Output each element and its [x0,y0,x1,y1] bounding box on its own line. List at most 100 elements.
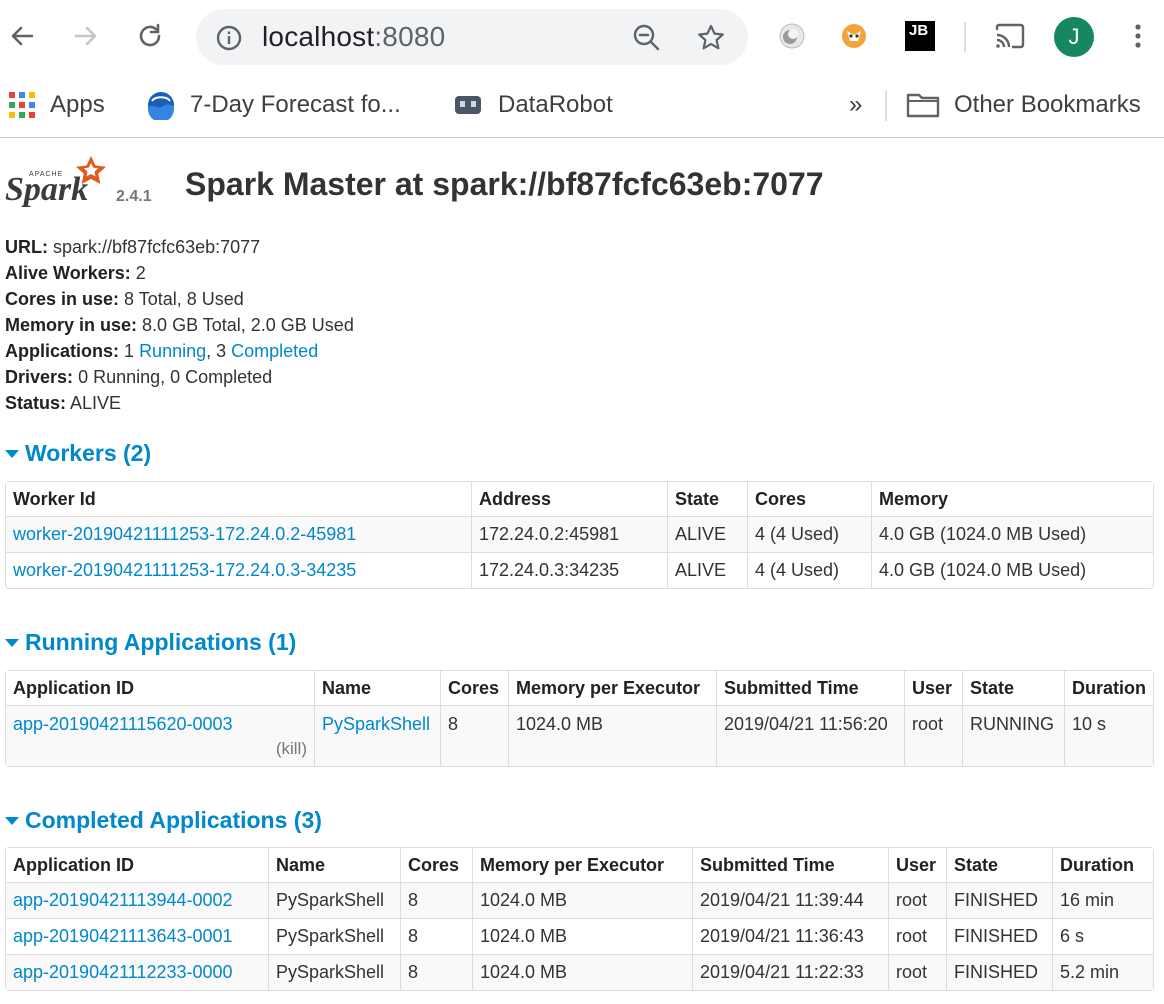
table-row: app-20190421115620-0003 (kill) PySparkShe… [6,705,1153,766]
other-bookmarks-label: Other Bookmarks [954,91,1141,118]
cluster-summary: URL: spark://bf87fcfc63eb:7077 Alive Wor… [5,234,1159,416]
column-header[interactable]: State [946,848,1052,882]
profile-avatar[interactable]: J [1054,17,1094,57]
column-header[interactable]: Name [314,671,440,705]
table-cell: RUNNING [962,705,1064,766]
table-cell: 6 s [1052,918,1153,954]
table-cell: 8 [400,882,472,918]
running-apps-section-toggle[interactable]: Running Applications (1) [5,625,1159,659]
back-arrow-icon [11,26,34,46]
column-header[interactable]: Memory per Executor [472,848,692,882]
column-header[interactable]: User [888,848,946,882]
bookmark-label: Apps [50,91,105,118]
spark-version: 2.4.1 [116,188,152,205]
table-row: app-20190421112233-0000 PySparkShell 8 1… [6,954,1153,990]
column-header[interactable]: Cores [440,671,508,705]
column-header[interactable]: Submitted Time [716,671,904,705]
table-cell: 2019/04/21 11:22:33 [692,954,888,990]
bookmark-apps[interactable]: Apps [8,87,105,123]
table-cell: FINISHED [946,954,1052,990]
column-header[interactable]: Duration [1064,671,1153,705]
back-button[interactable] [4,18,40,54]
completed-apps-section-toggle[interactable]: Completed Applications (3) [5,803,1159,837]
info-icon[interactable] [214,23,244,53]
table-header-row: Worker Id Address State Cores Memory [6,482,1153,516]
app-id-link[interactable]: app-20190421113944-0002 [13,890,233,910]
column-header[interactable]: Application ID [6,848,268,882]
completed-apps-link[interactable]: Completed [231,341,318,361]
column-header[interactable]: Name [268,848,400,882]
bookmark-star-icon[interactable] [696,23,726,53]
bookmarks-bar: Apps 7-Day Forecast fo... DataRobot » Ot… [0,73,1164,138]
table-cell: 4.0 GB (1024.0 MB Used) [871,552,1153,588]
table-cell: PySparkShell [268,918,400,954]
table-cell: 4 (4 Used) [747,516,871,552]
other-bookmarks[interactable]: Other Bookmarks [906,87,1141,123]
spark-master-page: APACHE Spark 2.4.1 Spark Master at spark… [0,138,1164,991]
cast-button[interactable] [992,18,1028,54]
column-header[interactable]: Application ID [6,671,314,705]
summary-memory: Memory in use: 8.0 GB Total, 2.0 GB Used [5,315,354,335]
table-cell: 2019/04/21 11:39:44 [692,882,888,918]
zoom-out-icon[interactable] [632,23,662,53]
column-header[interactable]: Address [471,482,667,516]
table-cell: root [888,954,946,990]
table-cell: ALIVE [667,552,747,588]
address-bar[interactable]: localhost:8080 [196,9,748,65]
summary-status: Status: ALIVE [5,393,122,413]
column-header[interactable]: User [904,671,962,705]
table-cell: root [888,882,946,918]
summary-drivers: Drivers: 0 Running, 0 Completed [5,367,273,387]
extension-grey-icon[interactable] [774,18,810,54]
extension-jb-icon[interactable]: JB [902,18,938,54]
extension-fox-icon[interactable] [836,18,872,54]
worker-link[interactable]: worker-20190421111253-172.24.0.2-45981 [13,524,356,544]
running-apps-link[interactable]: Running [139,341,206,361]
page-header: APACHE Spark 2.4.1 Spark Master at spark… [5,138,1159,228]
worker-link[interactable]: worker-20190421111253-172.24.0.3-34235 [13,560,356,580]
table-cell: 2019/04/21 11:36:43 [692,918,888,954]
table-header-row: Application ID Name Cores Memory per Exe… [6,848,1153,882]
folder-icon [906,91,940,119]
reload-button[interactable] [132,18,168,54]
bookmarks-overflow-button[interactable]: » [849,87,862,123]
app-id-link[interactable]: app-20190421112233-0000 [13,962,233,982]
menu-button[interactable] [1120,18,1156,54]
app-id-link[interactable]: app-20190421115620-0003 [13,714,233,734]
table-cell: 8 [400,918,472,954]
spark-logo[interactable]: APACHE Spark [5,152,115,217]
app-id-link[interactable]: app-20190421113643-0001 [13,926,233,946]
table-row: worker-20190421111253-172.24.0.3-34235 1… [6,552,1153,588]
reload-icon [139,23,161,47]
bookmark-forecast[interactable]: 7-Day Forecast fo... [146,87,401,123]
table-cell: PySparkShell [268,954,400,990]
column-header[interactable]: Memory per Executor [508,671,716,705]
running-apps-title: Running Applications (1) [25,628,297,655]
table-cell: 16 min [1052,882,1153,918]
workers-section-toggle[interactable]: Workers (2) [5,436,1159,470]
table-cell: FINISHED [946,882,1052,918]
bookmark-datarobot[interactable]: DataRobot [452,87,613,123]
table-cell: 1024.0 MB [472,918,692,954]
kill-app-link[interactable]: (kill) [13,739,307,759]
column-header[interactable]: Memory [871,482,1153,516]
table-row: app-20190421113944-0002 PySparkShell 8 1… [6,882,1153,918]
url-text[interactable]: localhost:8080 [262,21,445,53]
summary-alive-workers: Alive Workers: 2 [5,263,146,283]
column-header[interactable]: Worker Id [6,482,471,516]
table-cell: ALIVE [667,516,747,552]
column-header[interactable]: State [667,482,747,516]
bookmark-label: DataRobot [498,91,613,118]
table-row: worker-20190421111253-172.24.0.2-45981 1… [6,516,1153,552]
column-header[interactable]: Duration [1052,848,1153,882]
kebab-menu-icon [1135,24,1141,48]
table-cell: 172.24.0.3:34235 [471,552,667,588]
app-name-link[interactable]: PySparkShell [322,714,430,734]
forward-button[interactable] [68,18,104,54]
url-host: localhost [262,21,375,52]
bookmarks-separator [885,91,887,121]
column-header[interactable]: Cores [400,848,472,882]
column-header[interactable]: Cores [747,482,871,516]
column-header[interactable]: State [962,671,1064,705]
column-header[interactable]: Submitted Time [692,848,888,882]
